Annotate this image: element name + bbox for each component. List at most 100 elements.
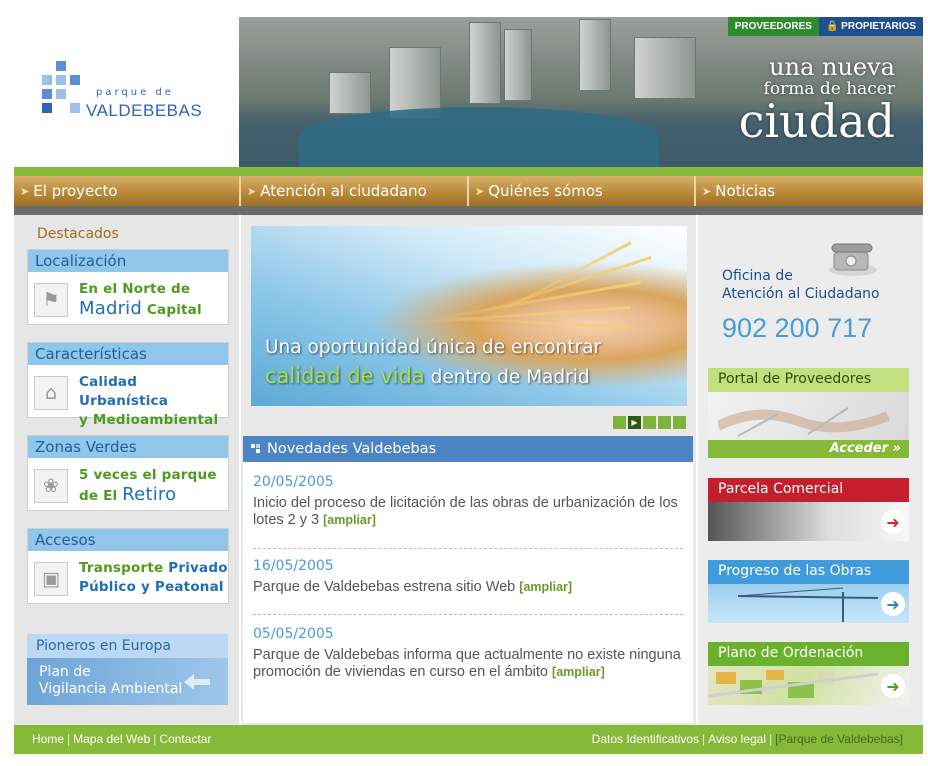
arrow-left-icon (184, 674, 210, 690)
pioneros-banner[interactable]: Pioneros en Europa Plan de Vigilancia Am… (27, 634, 228, 705)
caracteristicas-box[interactable]: Características ⌂ Calidad Urbanística y … (27, 342, 229, 428)
nav-item-noticias[interactable]: ➤ Noticias (696, 176, 923, 206)
nav-label: Atención al ciudadano (260, 182, 427, 200)
hero-slogan: una nueva forma de hacer ciudad (738, 53, 895, 148)
logo[interactable]: parque de VALDEBEBAS (14, 17, 239, 167)
footer-sitemap-link[interactable]: Mapa del Web (73, 732, 150, 746)
nav-top-strip (14, 167, 923, 176)
proveedores-link[interactable]: PROVEEDORES (727, 17, 819, 36)
plano-title: Plano de Ordenación (708, 642, 909, 666)
arrow-right-icon: ➤ (475, 184, 485, 198)
map-icon: ⚑ (34, 283, 68, 317)
main-nav: ➤ El proyecto ➤ Atención al ciudadano ➤ … (14, 176, 923, 206)
news-item: 20/05/2005 Inicio del proceso de licitac… (253, 474, 683, 529)
arrow-right-icon: ➤ (702, 184, 712, 198)
hero-image: una nueva forma de hacer ciudad (239, 17, 923, 167)
caracteristicas-text: Calidad Urbanística y Medioambiental (79, 374, 219, 428)
ampliar-link[interactable]: [ampliar] (519, 580, 572, 594)
house-icon: ⌂ (34, 376, 68, 410)
accesos-text: Transporte Privado Público y Peatonal (79, 560, 228, 595)
news-text: Parque de Valdebebas informa que actualm… (253, 647, 681, 680)
accesos-box[interactable]: Accesos ▣ Transporte Privado Público y P… (27, 528, 229, 604)
phone-number: 902 200 717 (722, 313, 873, 343)
parcela-title: Parcela Comercial (708, 478, 909, 502)
nav-label: Noticias (715, 182, 776, 200)
slider-dot[interactable] (613, 416, 626, 429)
pioneros-text: Plan de Vigilancia Ambiental (39, 664, 183, 697)
footer-datos-link[interactable]: Datos Identificativos (592, 732, 699, 746)
squares-icon (251, 444, 260, 453)
logo-subtitle: parque de (96, 87, 174, 98)
arrow-right-icon: ➜ (881, 510, 905, 534)
parcela-comercial-box[interactable]: Parcela Comercial ➜ (708, 478, 909, 541)
nav-bottom-strip (14, 206, 923, 215)
footer-brand: [Parque de Valdebebas] (775, 732, 903, 746)
logo-name: VALDEBEBAS (86, 101, 203, 120)
news-item: 16/05/2005 Parque de Valdebebas estrena … (253, 558, 683, 596)
footer-contact-link[interactable]: Contactar (159, 732, 211, 746)
news-text: Inicio del proceso de licitación de las … (253, 495, 678, 528)
oficina-label-2: Atención al Ciudadano (722, 286, 880, 302)
footer-aviso-link[interactable]: Aviso legal (708, 732, 766, 746)
nav-item-atencion[interactable]: ➤ Atención al ciudadano (241, 176, 469, 206)
progreso-title: Progreso de las Obras (708, 560, 909, 584)
localizacion-title: Localización (28, 250, 228, 272)
banner-line2: calidad de vida dentro de Madrid (265, 364, 590, 388)
arrow-right-icon: ➜ (881, 592, 905, 616)
footer-right-links: Datos Identificativos | Aviso legal | [Parqu… (591, 732, 903, 746)
news-divider (253, 614, 683, 615)
localizacion-box[interactable]: Localización ⚑ En el Norte de Madrid Cap… (27, 249, 229, 325)
zonas-verdes-title: Zonas Verdes (28, 436, 228, 458)
banner-line1: Una oportunidad única de encontrar (265, 337, 602, 358)
logo-mark-icon (42, 61, 80, 113)
arrow-right-icon: ➜ (881, 674, 905, 698)
nav-label: Quiénes sómos (488, 182, 603, 200)
arrow-right-icon: ➤ (20, 184, 30, 198)
portal-proveedores-box[interactable]: Portal de Proveedores Acceder » (708, 368, 909, 458)
news-date: 05/05/2005 (253, 626, 334, 642)
double-arrow-icon: » (892, 441, 901, 456)
news-date: 20/05/2005 (253, 474, 334, 490)
oficina-label: Oficina de (722, 268, 793, 284)
pioneros-title: Pioneros en Europa (27, 634, 228, 658)
propietarios-link[interactable]: 🔒 PROPIETARIOS (818, 17, 923, 36)
slider-dot[interactable] (643, 416, 656, 429)
ampliar-link[interactable]: [ampliar] (552, 665, 605, 679)
news-item: 05/05/2005 Parque de Valdebebas informa … (253, 626, 683, 681)
nav-label: El proyecto (33, 182, 118, 200)
propietarios-label: PROPIETARIOS (841, 21, 916, 32)
play-icon[interactable]: ▶ (628, 416, 641, 429)
plano-ordenacion-box[interactable]: Plano de Ordenación ➜ (708, 642, 909, 705)
acceder-button[interactable]: Acceder » (708, 440, 909, 458)
map-image (708, 670, 878, 698)
caracteristicas-title: Características (28, 343, 228, 365)
portal-title: Portal de Proveedores (708, 368, 909, 392)
telephone-icon (829, 243, 877, 276)
news-panel: Novedades Valdebebas 20/05/2005 Inicio d… (243, 436, 693, 723)
zonas-verdes-box[interactable]: Zonas Verdes ❀ 5 veces el parque de El R… (27, 435, 229, 511)
hands-image (718, 407, 890, 437)
news-date: 16/05/2005 (253, 558, 334, 574)
zonas-verdes-text: 5 veces el parque de El Retiro (79, 467, 217, 505)
nav-item-el-proyecto[interactable]: ➤ El proyecto (14, 176, 241, 206)
footer-left-links: Home | Mapa del Web | Contactar (32, 732, 212, 746)
accesos-title: Accesos (28, 529, 228, 551)
nav-item-quienes-somos[interactable]: ➤ Quiénes sómos (469, 176, 696, 206)
ampliar-link[interactable]: [ampliar] (323, 513, 376, 527)
arrow-right-icon: ➤ (247, 184, 257, 198)
tree-icon: ❀ (34, 469, 68, 503)
slider-dot[interactable] (673, 416, 686, 429)
news-title: Novedades Valdebebas (243, 436, 693, 462)
bus-icon: ▣ (34, 562, 68, 596)
top-links: PROVEEDORES 🔒 PROPIETARIOS (727, 17, 923, 36)
slider-dot[interactable] (658, 416, 671, 429)
lock-icon: 🔒 (825, 21, 839, 32)
promo-banner: Una oportunidad única de encontrar calid… (251, 226, 687, 406)
footer-home-link[interactable]: Home (32, 732, 64, 746)
localizacion-text: En el Norte de Madrid Capital (79, 281, 202, 319)
slider-controls: ▶ (613, 416, 686, 429)
oficina-atencion[interactable]: Oficina de Atención al Ciudadano 902 200… (708, 236, 908, 348)
news-divider (253, 548, 683, 549)
progreso-obras-box[interactable]: Progreso de las Obras ➜ (708, 560, 909, 623)
destacados-heading: Destacados (37, 226, 119, 242)
